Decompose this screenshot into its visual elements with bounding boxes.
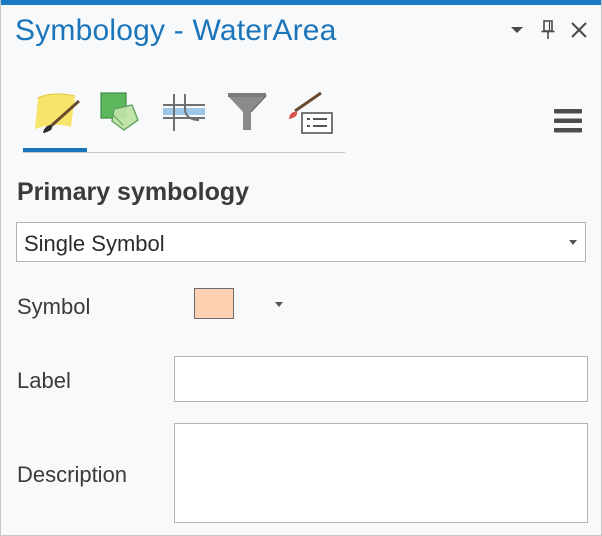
symbology-tab-strip	[23, 82, 345, 154]
symbol-label: Symbol	[17, 294, 91, 319]
tab-symbol-classes-filter[interactable]	[219, 82, 275, 142]
pane-accent-bar	[1, 0, 601, 5]
description-field-label: Description	[17, 462, 128, 487]
symbol-color-swatch[interactable]	[194, 288, 234, 319]
symbology-pane: Symbology - WaterArea Primary symbology …	[0, 0, 602, 536]
options-dropdown-icon[interactable]	[505, 16, 529, 44]
chevron-down-icon	[569, 240, 577, 245]
hamburger-menu-icon[interactable]	[551, 104, 585, 138]
symbology-method-dropdown[interactable]: Single Symbol	[16, 222, 586, 262]
tab-vary-symbology[interactable]	[91, 82, 147, 142]
symbol-gallery-dropdown[interactable]	[269, 296, 289, 314]
symbol-classes-filter-icon	[228, 93, 268, 130]
tab-primary-symbology[interactable]	[27, 82, 83, 142]
symbology-settings-icon	[289, 91, 333, 134]
close-icon[interactable]	[567, 16, 591, 44]
description-input[interactable]	[174, 423, 588, 523]
label-field-label: Label	[17, 368, 71, 393]
tab-strip-divider	[23, 152, 345, 153]
tab-symbol-layer-drawing[interactable]	[155, 82, 211, 142]
pin-icon[interactable]	[536, 16, 560, 44]
chevron-down-icon	[275, 302, 283, 307]
pane-title: Symbology - WaterArea	[15, 14, 337, 47]
symbol-layer-drawing-icon	[163, 94, 205, 131]
primary-symbology-heading: Primary symbology	[17, 178, 250, 206]
vary-symbology-icon	[100, 92, 139, 131]
label-input[interactable]	[174, 356, 588, 402]
tab-symbology-settings[interactable]	[283, 82, 339, 142]
primary-symbology-icon	[35, 93, 81, 133]
symbology-method-value: Single Symbol	[24, 231, 165, 256]
